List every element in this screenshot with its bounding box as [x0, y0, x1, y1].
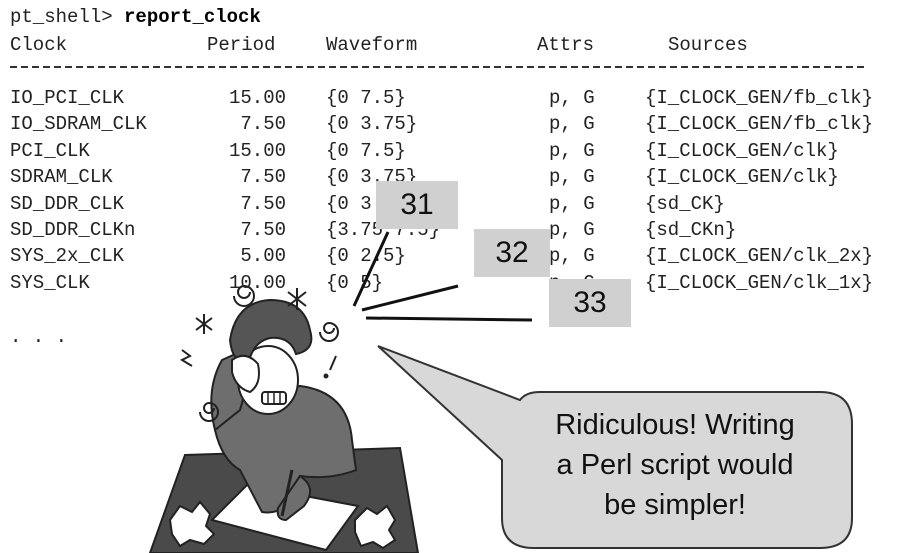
callout-32: 32	[474, 229, 550, 277]
speech-bubble: Ridiculous! Writing a Perl script would …	[510, 400, 840, 530]
callout-32-leader	[361, 284, 459, 312]
slide-canvas: pt_shell> report_clock Clock Period Wave…	[0, 0, 915, 553]
speech-line-3: be simpler!	[604, 489, 746, 521]
callout-33: 33	[549, 279, 631, 327]
callout-31-leader	[352, 231, 390, 307]
callout-33-leader	[365, 316, 533, 322]
callout-31: 31	[376, 181, 458, 229]
speech-line-1: Ridiculous! Writing	[555, 409, 795, 441]
speech-line-2: a Perl script would	[556, 449, 794, 481]
